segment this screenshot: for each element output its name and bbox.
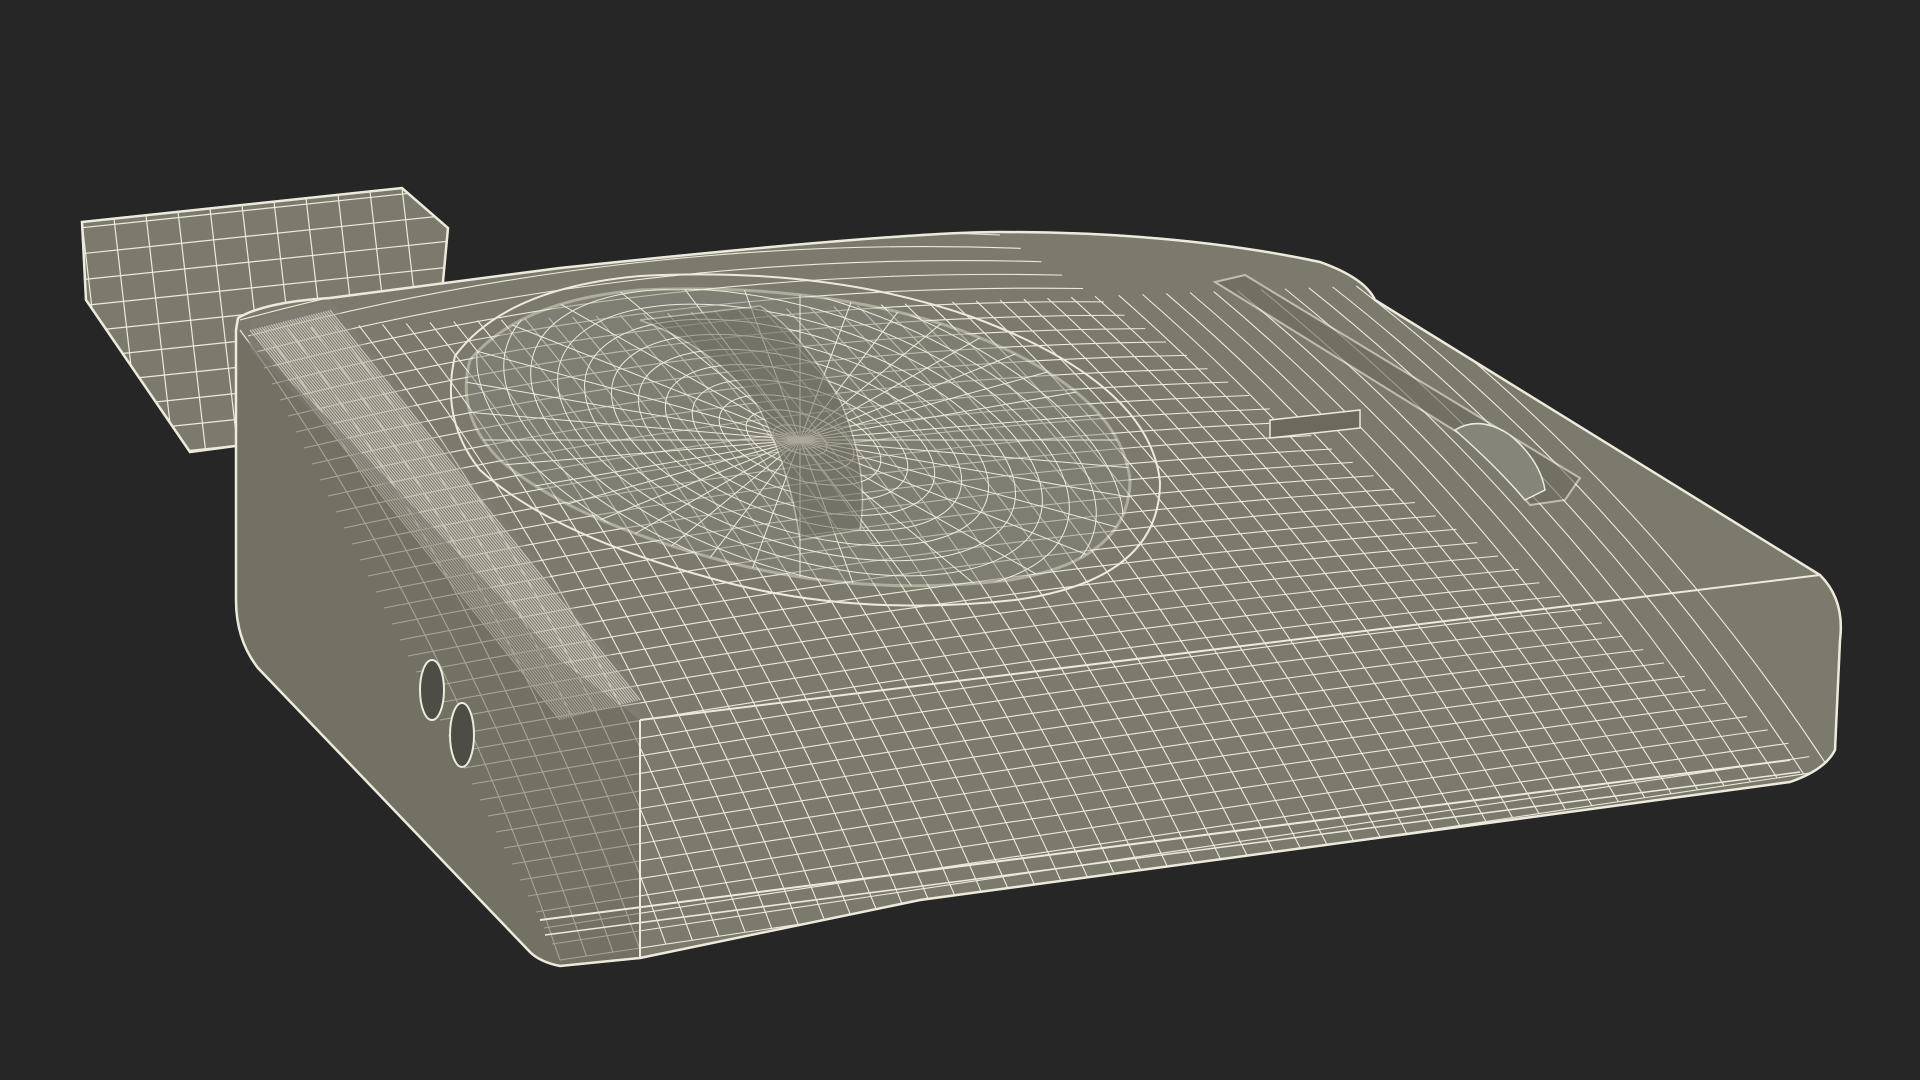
render-viewport [0,0,1920,1080]
console-body [234,230,1842,968]
wireframe-render [80,186,1842,968]
